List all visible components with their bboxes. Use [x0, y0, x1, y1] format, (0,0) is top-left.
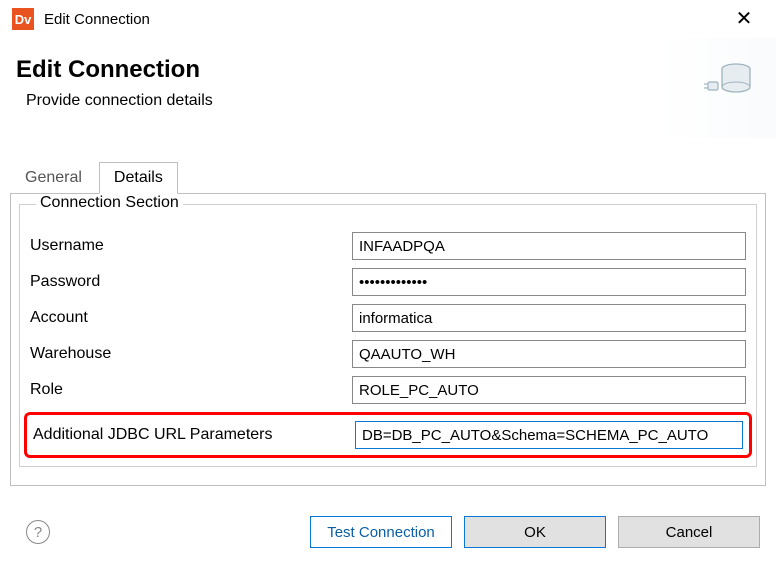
label-jdbc: Additional JDBC URL Parameters	[33, 426, 355, 444]
label-username: Username	[30, 237, 352, 255]
window-title: Edit Connection	[44, 11, 724, 28]
dialog-footer: ? Test Connection OK Cancel	[0, 510, 776, 554]
input-warehouse[interactable]	[352, 340, 746, 368]
database-plug-icon	[704, 60, 754, 102]
dialog-header: Edit Connection Provide connection detai…	[0, 38, 776, 138]
test-connection-button[interactable]: Test Connection	[310, 516, 452, 548]
tab-details[interactable]: Details	[99, 162, 178, 194]
row-username: Username	[30, 232, 746, 260]
label-role: Role	[30, 381, 352, 399]
page-subtitle: Provide connection details	[26, 92, 760, 110]
label-account: Account	[30, 309, 352, 327]
input-account[interactable]	[352, 304, 746, 332]
connection-section: Connection Section Username Password Acc…	[19, 204, 757, 467]
input-password[interactable]	[352, 268, 746, 296]
ok-button[interactable]: OK	[464, 516, 606, 548]
label-warehouse: Warehouse	[30, 345, 352, 363]
close-icon[interactable]: ✕	[724, 9, 764, 29]
tab-panel-details: Connection Section Username Password Acc…	[10, 194, 766, 486]
row-jdbc-highlighted: Additional JDBC URL Parameters	[24, 412, 752, 458]
row-warehouse: Warehouse	[30, 340, 746, 368]
cancel-button[interactable]: Cancel	[618, 516, 760, 548]
input-username[interactable]	[352, 232, 746, 260]
tab-general[interactable]: General	[10, 162, 97, 193]
connection-section-legend: Connection Section	[36, 194, 183, 212]
page-title: Edit Connection	[16, 56, 760, 84]
titlebar: Dv Edit Connection ✕	[0, 0, 776, 38]
input-jdbc[interactable]	[355, 421, 743, 449]
row-role: Role	[30, 376, 746, 404]
tab-strip: General Details	[10, 160, 766, 194]
input-role[interactable]	[352, 376, 746, 404]
tabs-area: General Details Connection Section Usern…	[10, 160, 766, 486]
help-icon[interactable]: ?	[26, 520, 50, 544]
row-password: Password	[30, 268, 746, 296]
label-password: Password	[30, 273, 352, 291]
app-icon: Dv	[12, 8, 34, 30]
row-account: Account	[30, 304, 746, 332]
